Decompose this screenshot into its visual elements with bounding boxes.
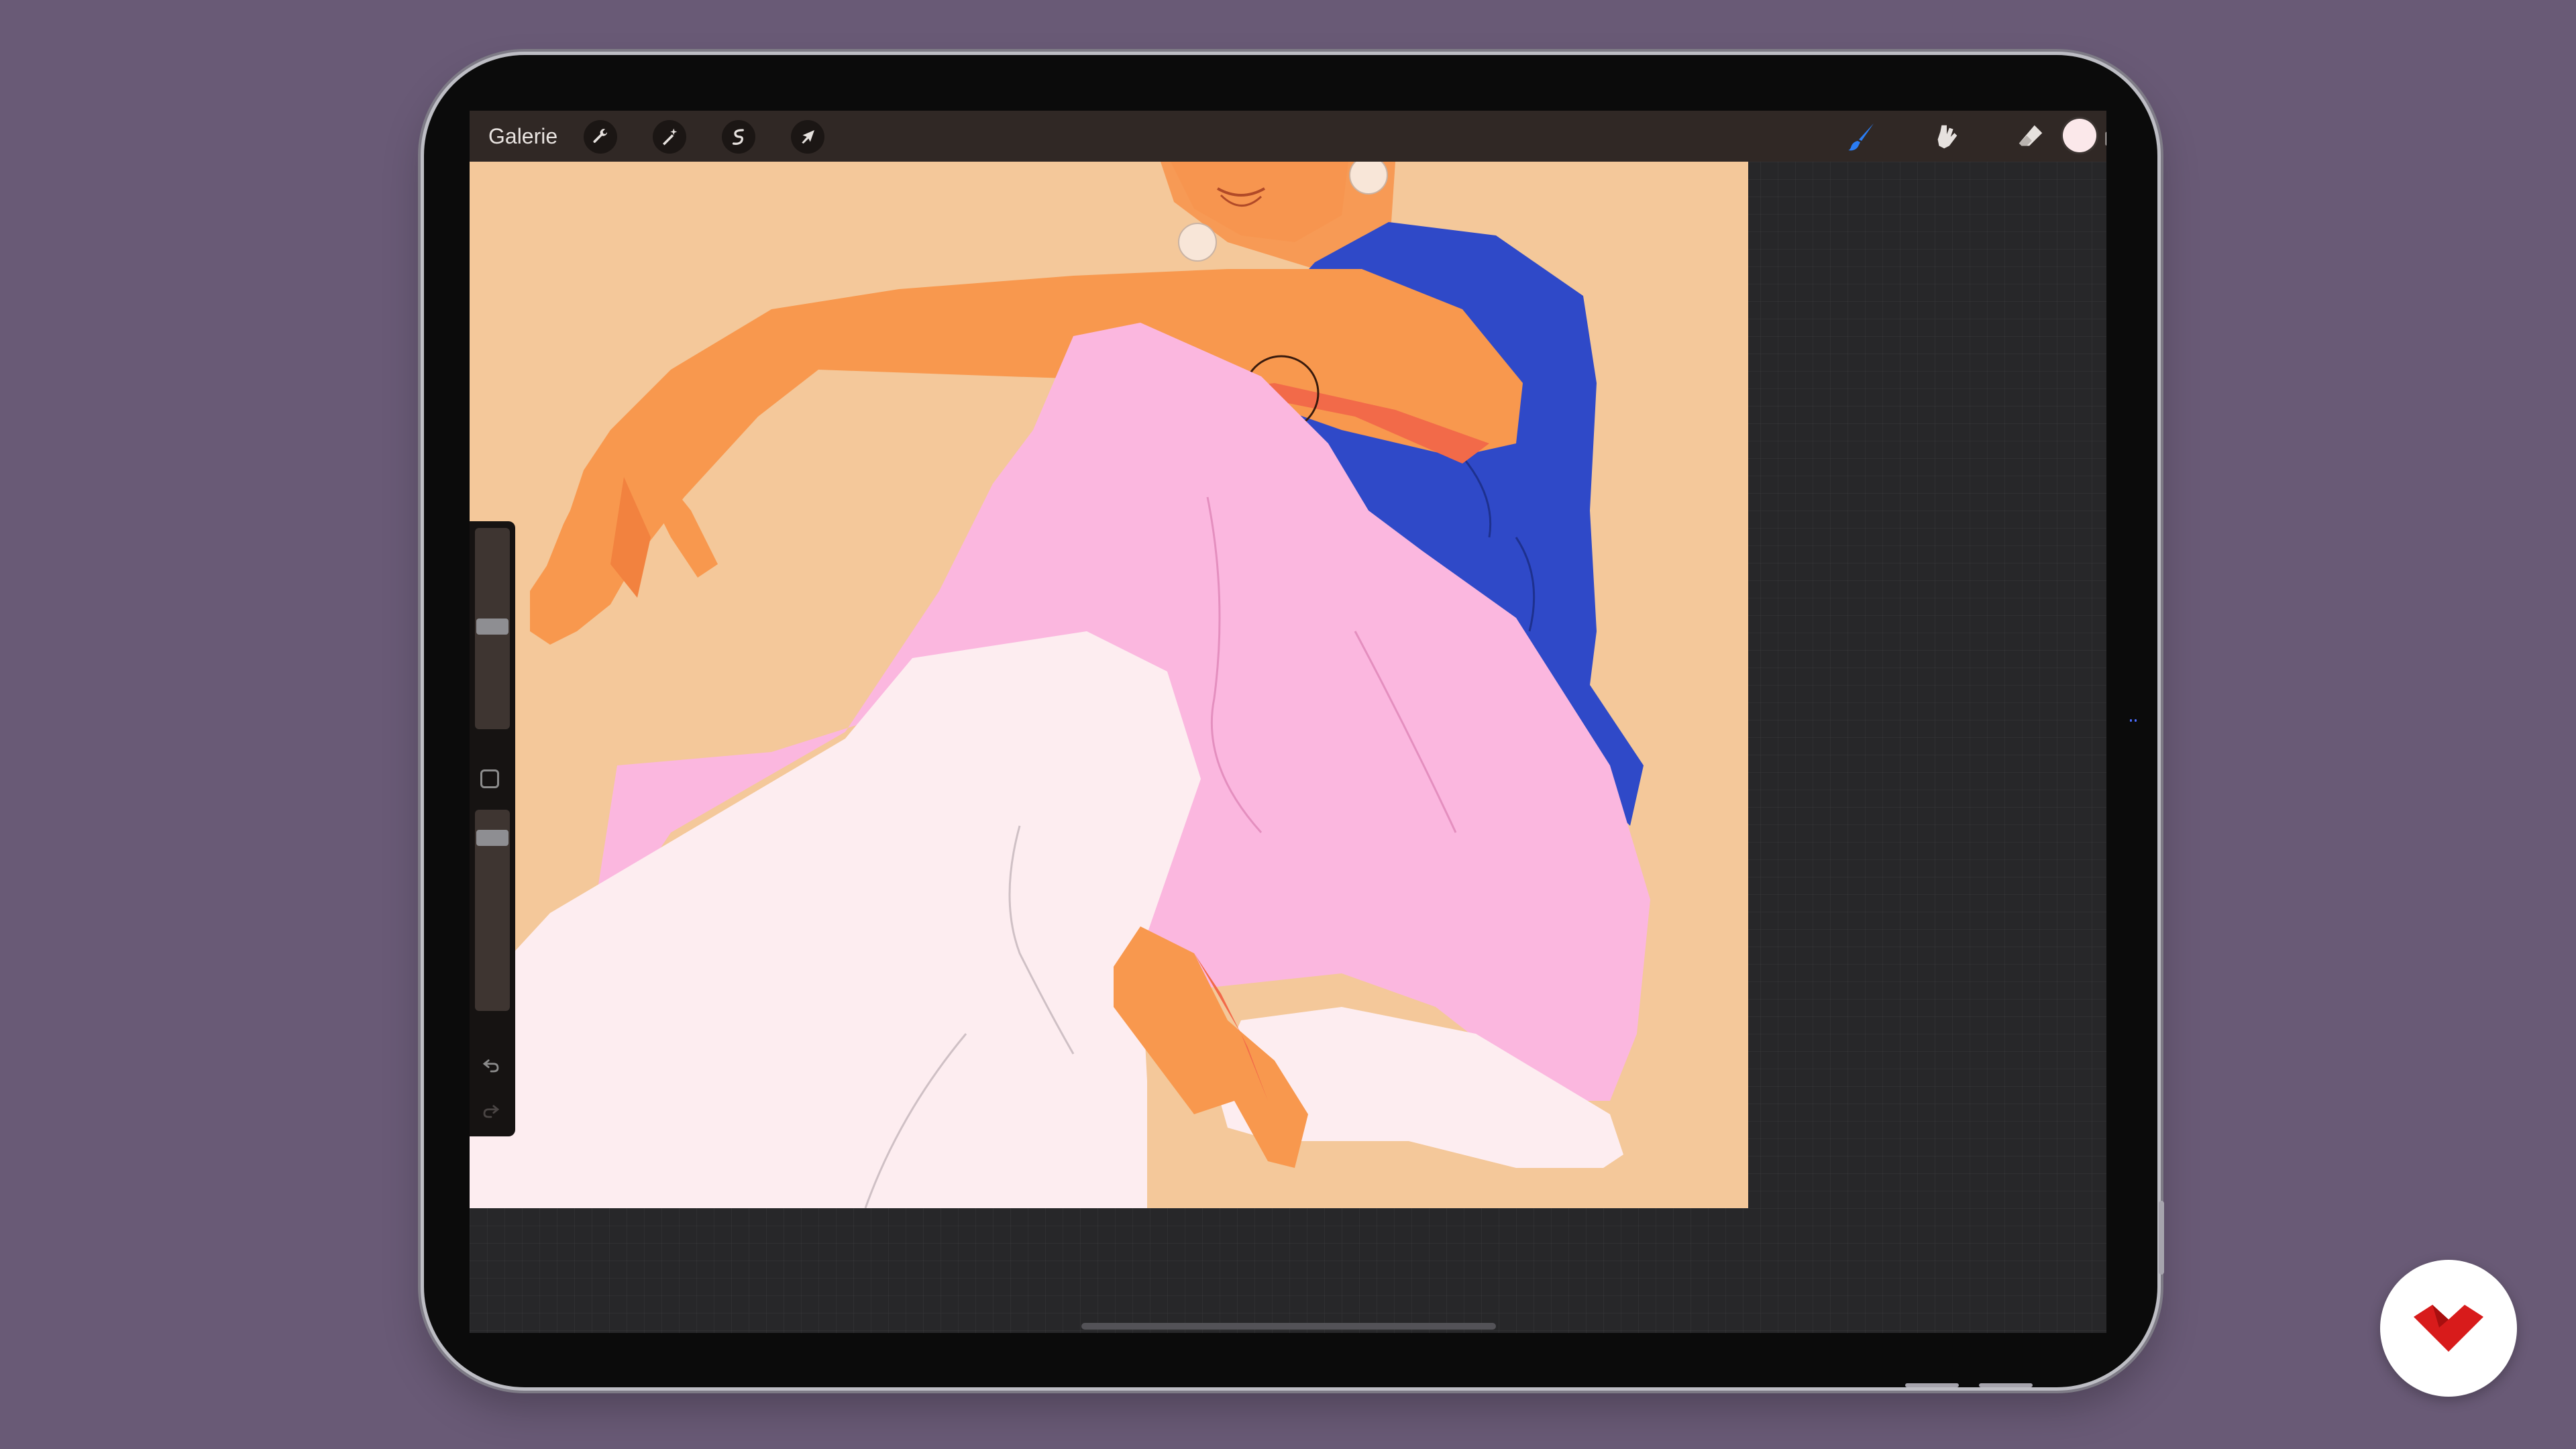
- smudge-icon: [1937, 125, 1957, 149]
- brand-logo-icon: [2414, 1305, 2483, 1352]
- earring-right: [1349, 162, 1388, 195]
- redo-icon[interactable]: [478, 1097, 504, 1124]
- illustration: [470, 162, 1650, 1208]
- white-pants: [470, 631, 1201, 1208]
- ipad-top-button-2: [1979, 1383, 2033, 1387]
- ipad-volume-button: [2159, 1201, 2164, 1275]
- arrow-cursor-icon: [802, 130, 814, 144]
- gallery-button[interactable]: Galerie: [488, 123, 557, 150]
- ipad-top-button-1: [1905, 1383, 1959, 1387]
- wrench-icon: [593, 129, 607, 143]
- layers-visible-button[interactable]: [2096, 119, 2106, 155]
- selection-s-icon: [732, 129, 744, 145]
- opacity-slider[interactable]: [475, 810, 510, 1011]
- camera-indicator: [2130, 719, 2137, 722]
- brush-icon: [1848, 123, 1874, 151]
- current-color-swatch[interactable]: [2063, 119, 2096, 152]
- desktop-background: Galerie: [0, 0, 2576, 1449]
- brand-logo-badge: [2380, 1260, 2517, 1397]
- procreate-screen: Galerie: [470, 111, 2106, 1333]
- drawing-canvas[interactable]: [470, 162, 1748, 1208]
- eraser-icon: [2019, 125, 2043, 146]
- transform-button[interactable]: [791, 120, 824, 154]
- left-sidebar: [470, 521, 515, 1136]
- modify-square-icon[interactable]: [480, 769, 499, 788]
- smudge-tool-button[interactable]: [1929, 119, 1965, 155]
- selection-button[interactable]: [722, 120, 755, 154]
- undo-icon[interactable]: [478, 1051, 504, 1078]
- layers-icon: [2103, 129, 2106, 148]
- paint-tool-button[interactable]: [1843, 119, 1880, 155]
- opacity-thumb[interactable]: [476, 830, 508, 846]
- brush-size-slider[interactable]: [475, 528, 510, 729]
- top-toolbar: Galerie: [470, 111, 2106, 162]
- brush-size-thumb[interactable]: [476, 619, 508, 635]
- magic-wand-icon: [663, 128, 678, 146]
- actions-button[interactable]: [584, 120, 617, 154]
- earring-left: [1178, 223, 1217, 262]
- home-indicator[interactable]: [1081, 1323, 1496, 1330]
- eraser-tool-button[interactable]: [2012, 119, 2049, 155]
- adjustments-button[interactable]: [653, 120, 686, 154]
